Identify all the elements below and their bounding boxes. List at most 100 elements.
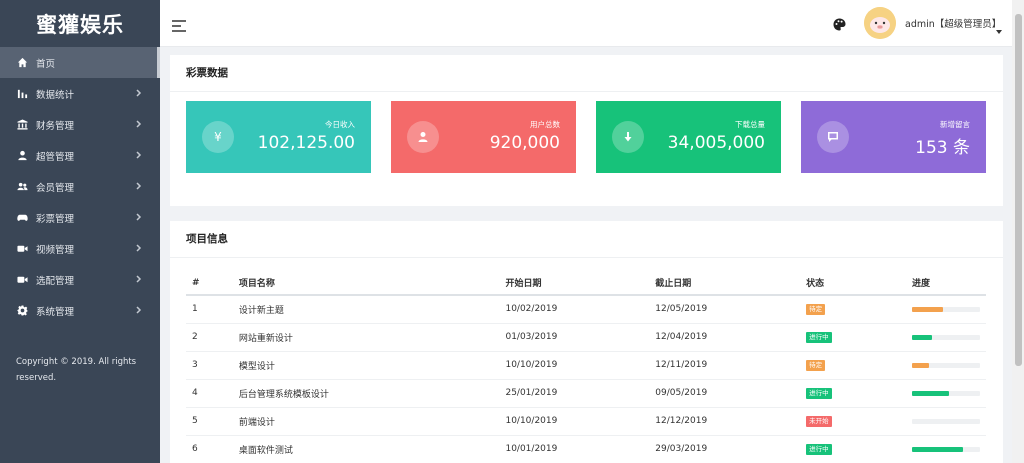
cell-status: 待定: [806, 295, 912, 324]
stats-row: ¥ 今日收入 102,125.00 用户总数 920,000 下载总量 34,0…: [186, 101, 987, 173]
progress-fill: [912, 446, 963, 452]
sidebar-item-video[interactable]: 视频管理: [0, 233, 160, 264]
lottery-data-panel: 彩票数据 ¥ 今日收入 102,125.00 用户总数 920,000 下载总量…: [170, 55, 1003, 206]
chevron-right-icon: [134, 306, 142, 314]
progress-bar: [912, 334, 980, 340]
sidebar-item-statistics[interactable]: 数据统计: [0, 78, 160, 109]
stat-card-downloads: 下载总量 34,005,000: [596, 101, 781, 173]
cell-id: 6: [186, 435, 239, 463]
sidebar-item-home[interactable]: 首页: [0, 47, 160, 78]
user-icon: [16, 150, 28, 162]
stat-card-messages: 新增留言 153 条: [801, 101, 986, 173]
chevron-right-icon: [134, 275, 142, 283]
status-badge: 未开始: [806, 415, 832, 427]
cell-end-date: 29/03/2019: [655, 435, 807, 463]
bank-icon: [16, 119, 28, 131]
cell-start-date: 10/02/2019: [505, 295, 656, 324]
sidebar-item-label: 财务管理: [36, 120, 75, 132]
column-header: 进度: [912, 271, 986, 296]
scrollbar[interactable]: [1012, 0, 1024, 463]
table-row: 2 网站重新设计 01/03/2019 12/04/2019 进行中: [186, 323, 986, 352]
cell-start-date: 10/01/2019: [505, 435, 656, 463]
sidebar-item-label: 数据统计: [36, 89, 75, 101]
sidebar-item-members[interactable]: 会员管理: [0, 171, 160, 202]
chevron-right-icon: [134, 182, 142, 190]
scrollbar-thumb[interactable]: [1015, 14, 1022, 366]
chevron-right-icon: [134, 213, 142, 221]
stat-label: 用户总数: [530, 120, 560, 129]
cell-name: 模型设计: [238, 351, 506, 380]
status-badge: 进行中: [806, 443, 832, 455]
column-header: 开始日期: [505, 271, 656, 296]
progress-fill: [912, 390, 950, 396]
progress-fill: [912, 306, 943, 312]
stat-label: 下载总量: [735, 120, 765, 129]
panel-title: 彩票数据: [170, 55, 1003, 92]
stat-value: 153 条: [915, 138, 970, 158]
avatar[interactable]: [864, 7, 896, 39]
cell-status: 进行中: [806, 379, 912, 408]
video-icon: [16, 243, 28, 255]
sidebar-item-superadmin[interactable]: 超管管理: [0, 140, 160, 171]
chevron-right-icon: [134, 120, 142, 128]
table-row: 6 桌面软件测试 10/01/2019 29/03/2019 进行中: [186, 435, 986, 463]
cell-name: 桌面软件测试: [238, 435, 506, 463]
sidebar-item-finance[interactable]: 财务管理: [0, 109, 160, 140]
chevron-right-icon: [134, 89, 142, 97]
stat-value: 920,000: [489, 133, 560, 153]
progress-bar: [912, 306, 980, 312]
cell-start-date: 10/10/2019: [505, 407, 656, 436]
progress-bar: [912, 390, 980, 396]
gear-icon: [16, 305, 28, 317]
sidebar-nav: 首页 数据统计 财务管理 超管管理 会员管理 彩票管理 视频管理 选配管理 系统…: [0, 47, 160, 326]
cell-progress: [912, 407, 986, 436]
sidebar-item-lottery[interactable]: 彩票管理: [0, 202, 160, 233]
brand-logo: 蜜獾娱乐: [36, 12, 124, 37]
user-menu[interactable]: admin【超级管理员】: [905, 16, 1001, 30]
table-header-row: # 项目名称 开始日期 截止日期 状态 进度: [186, 271, 986, 296]
stat-card-users: 用户总数 920,000: [391, 101, 576, 173]
cell-status: 待定: [806, 351, 912, 380]
column-header: 项目名称: [238, 271, 506, 296]
chevron-right-icon: [134, 244, 142, 252]
copyright-text: Copyright © 2019. All rights reserved.: [16, 357, 137, 383]
video-icon: [16, 274, 28, 286]
sidebar-item-selection[interactable]: 选配管理: [0, 264, 160, 295]
cell-id: 3: [186, 351, 239, 380]
cell-name: 网站重新设计: [238, 323, 506, 352]
topbar: admin【超级管理员】: [160, 0, 1012, 47]
progress-fill: [912, 334, 933, 340]
cell-progress: [912, 295, 986, 324]
stat-value: 102,125.00: [257, 133, 355, 153]
cell-name: 前端设计: [238, 407, 506, 436]
table-row: 5 前端设计 10/10/2019 12/12/2019 未开始: [186, 407, 986, 436]
menu-toggle-icon[interactable]: [172, 17, 186, 32]
status-badge: 待定: [806, 359, 826, 371]
progress-bar: [912, 418, 980, 424]
status-badge: 进行中: [806, 387, 832, 399]
cell-progress: [912, 323, 986, 352]
progress-bar: [912, 446, 980, 452]
cell-status: 进行中: [806, 435, 912, 463]
chevron-right-icon: [134, 151, 142, 159]
bar-chart-icon: [16, 88, 28, 100]
stat-value: 34,005,000: [667, 133, 765, 153]
cell-start-date: 10/10/2019: [505, 351, 656, 380]
sidebar: 蜜獾娱乐 首页 数据统计 财务管理 超管管理 会员管理 彩票管理 视频管理 选配…: [0, 0, 160, 463]
palette-icon[interactable]: [833, 16, 846, 31]
cell-name: 设计新主题: [238, 295, 506, 324]
caret-down-icon[interactable]: [996, 20, 1002, 34]
table-row: 4 后台管理系统模板设计 25/01/2019 09/05/2019 进行中: [186, 379, 986, 408]
cell-end-date: 12/04/2019: [655, 323, 807, 352]
sidebar-item-system[interactable]: 系统管理: [0, 295, 160, 326]
cell-end-date: 12/12/2019: [655, 407, 807, 436]
sidebar-item-label: 选配管理: [36, 275, 75, 287]
cell-end-date: 12/11/2019: [655, 351, 807, 380]
stat-card-income: ¥ 今日收入 102,125.00: [186, 101, 371, 173]
projects-table: # 项目名称 开始日期 截止日期 状态 进度 1 设计新主题 10/02/2019 1…: [186, 271, 986, 463]
cell-id: 5: [186, 407, 239, 436]
cell-id: 1: [186, 295, 239, 324]
column-header: 状态: [806, 271, 912, 296]
cell-status: 进行中: [806, 323, 912, 352]
sidebar-item-label: 会员管理: [36, 182, 75, 194]
